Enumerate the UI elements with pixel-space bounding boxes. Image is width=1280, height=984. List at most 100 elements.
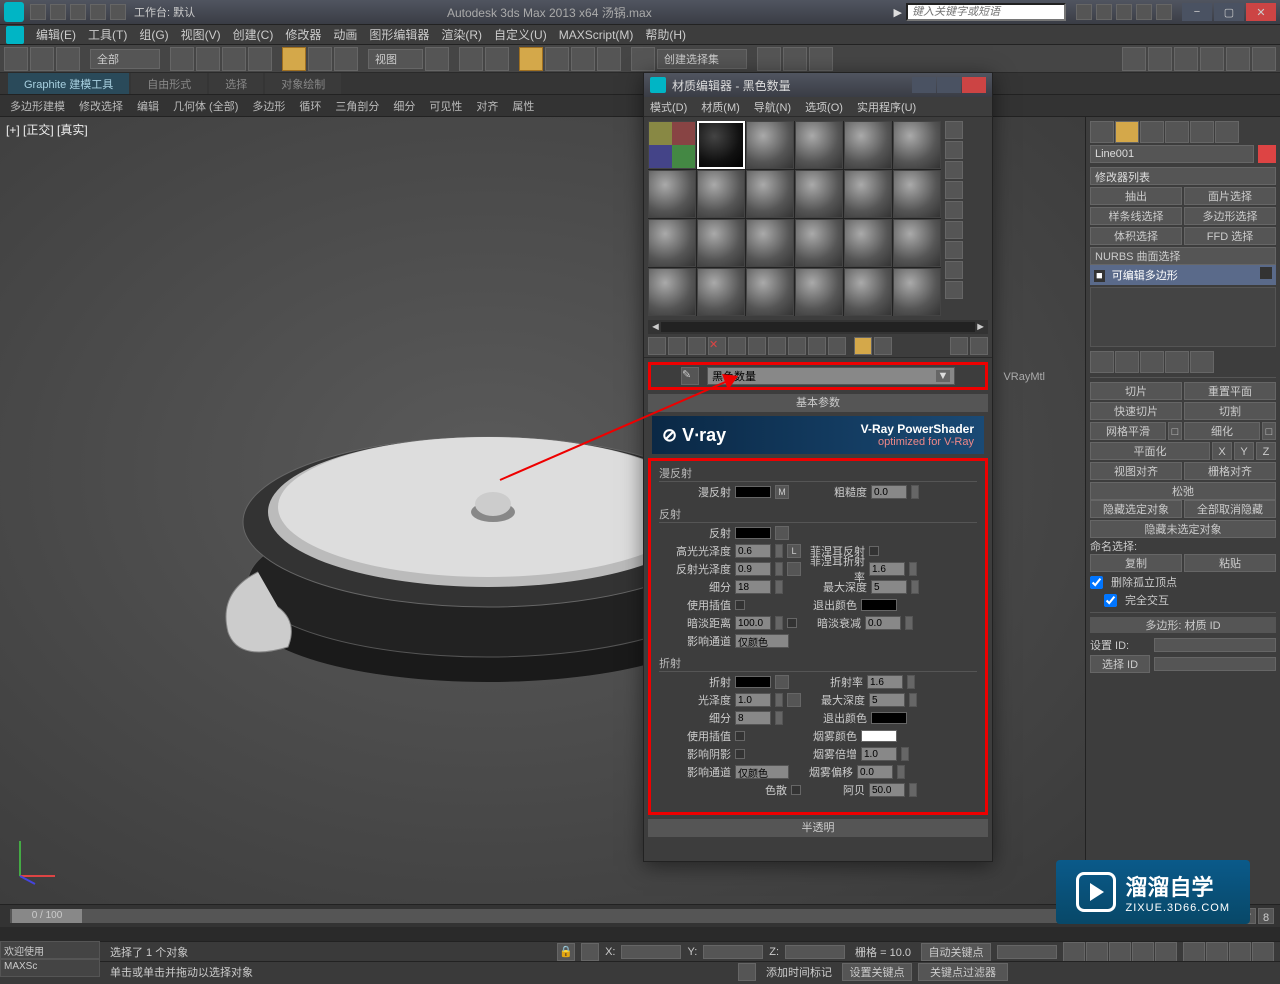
btn-hidesel[interactable]: 隐藏选定对象 — [1090, 500, 1182, 518]
mat-slot[interactable] — [746, 268, 794, 316]
object-color-swatch[interactable] — [1258, 145, 1276, 163]
search-input[interactable] — [906, 3, 1066, 21]
refl-subdiv-spinner[interactable]: 18 — [735, 580, 771, 594]
mat-slot[interactable] — [648, 268, 696, 316]
pick-from-obj-icon[interactable]: ✎ — [681, 367, 699, 385]
spinner-arrows[interactable] — [911, 485, 919, 499]
get-mat-icon[interactable] — [648, 337, 666, 355]
show-map-icon[interactable] — [808, 337, 826, 355]
roughness-spinner[interactable]: 0.0 — [871, 485, 907, 499]
refr-subdiv-spinner[interactable]: 8 — [735, 711, 771, 725]
menu-edit[interactable]: 编辑(E) — [36, 26, 76, 43]
menu-grapheditors[interactable]: 图形编辑器 — [369, 26, 429, 43]
material-name-dropdown[interactable]: 黑色数量▼ — [707, 367, 955, 385]
mat-slot[interactable] — [697, 170, 745, 218]
mat-slot[interactable] — [893, 268, 941, 316]
mat-map-browser-icon[interactable] — [970, 337, 988, 355]
keymode-dropdown[interactable] — [997, 945, 1057, 959]
cmd-tab-display[interactable] — [1190, 121, 1214, 143]
x-field[interactable] — [621, 945, 681, 959]
recent-icon[interactable] — [1076, 4, 1092, 20]
stack-remove-icon[interactable] — [1165, 351, 1189, 373]
refr-interp-check[interactable] — [735, 731, 745, 741]
maximize-button[interactable]: ▢ — [1214, 3, 1244, 21]
bind-icon[interactable] — [56, 47, 80, 71]
mat-menu-mode[interactable]: 模式(D) — [650, 99, 687, 115]
reflect-swatch[interactable] — [735, 527, 771, 539]
refl-exit-swatch[interactable] — [861, 599, 897, 611]
keyfilter-button[interactable]: 关键点过滤器 — [918, 963, 1008, 981]
ribbon-tab-selection[interactable]: 选择 — [209, 73, 263, 94]
mat-slot[interactable] — [795, 219, 843, 267]
btn-tess[interactable]: 细化 — [1184, 422, 1260, 440]
pick-mat-icon[interactable] — [950, 337, 968, 355]
nav-orbit-icon[interactable] — [1229, 942, 1251, 962]
mat-slot[interactable] — [893, 219, 941, 267]
mat-menu-material[interactable]: 材质(M) — [701, 99, 740, 115]
mat-slot[interactable] — [746, 170, 794, 218]
select-region-icon[interactable] — [222, 47, 246, 71]
add-time-label[interactable]: 添加时间标记 — [762, 964, 836, 980]
btn-slice[interactable]: 切片 — [1090, 382, 1182, 400]
mat-slot[interactable] — [844, 219, 892, 267]
cmd-tab-util[interactable] — [1215, 121, 1239, 143]
rib-edit[interactable]: 编辑 — [131, 96, 165, 116]
put-mat-icon[interactable] — [668, 337, 686, 355]
btn-y[interactable]: Y — [1234, 442, 1254, 460]
menu-create[interactable]: 创建(C) — [233, 26, 274, 43]
btn-relax[interactable]: 松弛 — [1090, 482, 1276, 500]
render-frame-icon[interactable] — [1226, 47, 1250, 71]
time-slider[interactable]: 0 / 100 — [10, 909, 1122, 923]
stack-item-editpoly[interactable]: ■ 可编辑多边形 — [1090, 265, 1276, 285]
spinner-snap-icon[interactable] — [597, 47, 621, 71]
maxscript-mini[interactable]: MAXSc — [0, 959, 100, 977]
redo-icon[interactable] — [110, 4, 126, 20]
make-preview-icon[interactable] — [945, 221, 963, 239]
chk-fullint[interactable] — [1104, 594, 1117, 607]
rib-tri[interactable]: 三角剖分 — [329, 96, 385, 116]
mat-slot[interactable] — [746, 121, 794, 169]
background-icon[interactable] — [945, 161, 963, 179]
cmd-tab-hierarchy[interactable] — [1140, 121, 1164, 143]
mat-slot-2[interactable] — [697, 121, 745, 169]
save-icon[interactable] — [70, 4, 86, 20]
mat-maximize-button[interactable] — [937, 77, 961, 93]
mat-slot[interactable] — [795, 170, 843, 218]
rollout-translucency[interactable]: 半透明 — [649, 820, 987, 836]
y-field[interactable] — [703, 945, 763, 959]
refl-maxdepth-spinner[interactable]: 5 — [871, 580, 907, 594]
mat-slot[interactable] — [844, 121, 892, 169]
link-icon[interactable] — [4, 47, 28, 71]
btn-polysel[interactable]: 多边形选择 — [1184, 207, 1276, 225]
btn-paste[interactable]: 粘贴 — [1184, 554, 1276, 572]
rib-polymodel[interactable]: 多边形建模 — [4, 96, 71, 116]
select-icon[interactable] — [170, 47, 194, 71]
btn-selid[interactable]: 选择 ID — [1090, 655, 1150, 673]
cmd-tab-modify[interactable] — [1115, 121, 1139, 143]
matid-icon[interactable] — [788, 337, 806, 355]
pivot-icon[interactable] — [425, 47, 449, 71]
fog-mult-spinner[interactable]: 1.0 — [861, 747, 897, 761]
assign-mat-icon[interactable] — [688, 337, 706, 355]
stack-config-icon[interactable] — [1190, 351, 1214, 373]
chk-deliso[interactable] — [1090, 576, 1103, 589]
rollout-polymatid[interactable]: 多边形: 材质 ID — [1090, 617, 1276, 633]
cmd-tab-create[interactable] — [1090, 121, 1114, 143]
menu-help[interactable]: 帮助(H) — [645, 26, 686, 43]
mat-map-nav-icon[interactable] — [945, 281, 963, 299]
btn-z[interactable]: Z — [1256, 442, 1276, 460]
next-frame-icon[interactable] — [1132, 942, 1154, 962]
workspace-label[interactable]: 工作台: 默认 — [134, 4, 195, 20]
z-field[interactable] — [785, 945, 845, 959]
time-tag-icon[interactable] — [738, 963, 756, 981]
mat-slot[interactable] — [893, 170, 941, 218]
mat-slot[interactable] — [697, 268, 745, 316]
refl-affect-dropdown[interactable]: 仅颜色 — [735, 634, 789, 648]
btn-msmooth[interactable]: 网格平滑 — [1090, 422, 1166, 440]
move-icon[interactable] — [282, 47, 306, 71]
make-unique-icon[interactable] — [748, 337, 766, 355]
play-icon[interactable] — [1109, 942, 1131, 962]
lock-l-btn[interactable]: L — [787, 544, 801, 558]
options-icon[interactable] — [945, 241, 963, 259]
render-setup-icon[interactable] — [1200, 47, 1224, 71]
